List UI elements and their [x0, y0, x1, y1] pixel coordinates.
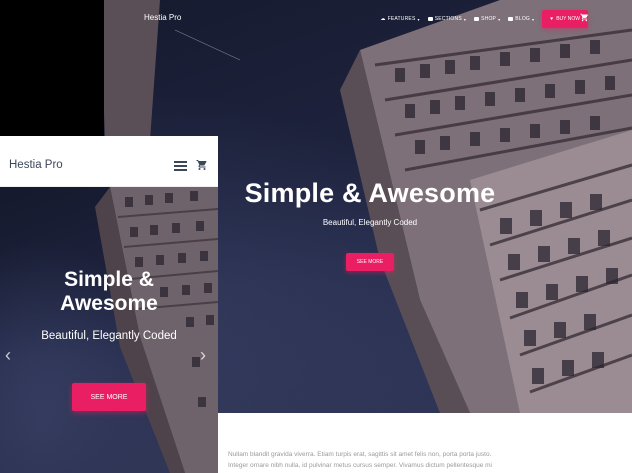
mobile-brand[interactable]: Hestia Pro — [9, 159, 63, 171]
mobile-title-line: Awesome — [60, 292, 158, 315]
menu-label: FEATURES — [387, 16, 416, 22]
mobile-navbar: Hestia Pro — [0, 146, 218, 187]
hero-subtitle: Beautiful, Elegantly Coded — [322, 218, 418, 227]
desktop-menu: ☁ FEATURES ▾ SECTIONS ▾ SHOP ▾ BLOG ▾ ♥ — [380, 8, 588, 30]
caret-down-icon: ▾ — [498, 16, 501, 22]
heart-icon: ♥ — [550, 16, 554, 22]
mobile-hero-title: Simple & Awesome — [0, 268, 218, 316]
mobile-view: Hestia Pro Simple & Awesome Beautiful, E… — [0, 146, 218, 473]
menu-label: BLOG — [515, 16, 530, 22]
menu-item-blog[interactable]: BLOG ▾ — [508, 16, 534, 22]
caret-down-icon: ▾ — [417, 16, 420, 22]
mobile-frame-top — [0, 0, 104, 136]
menu-item-sections[interactable]: SECTIONS ▾ — [427, 16, 467, 22]
mobile-see-more-button[interactable]: SEE MORE — [72, 383, 146, 411]
buy-now-label: BUY NOW — [556, 16, 580, 22]
desktop-brand[interactable]: Hestia Pro — [144, 13, 181, 22]
hero-title: Simple & Awesome — [244, 178, 496, 208]
cart-icon[interactable] — [580, 13, 589, 22]
carousel-next-icon[interactable]: › — [200, 345, 206, 366]
paragraph-line: Integer ornare nibh nulla, id pulvinar m… — [228, 462, 492, 469]
caret-down-icon: ▾ — [532, 16, 535, 22]
mobile-title-line: Simple & — [64, 268, 154, 291]
menu-item-features[interactable]: ☁ FEATURES ▾ — [380, 16, 419, 22]
mobile-hero-subtitle: Beautiful, Elegantly Coded — [41, 330, 177, 342]
menu-label: SECTIONS — [434, 16, 462, 22]
cart-icon[interactable] — [196, 159, 208, 171]
sections-icon — [427, 17, 433, 21]
mobile-frame-edge — [0, 136, 218, 146]
menu-item-shop[interactable]: SHOP ▾ — [474, 16, 500, 22]
intro-paragraph: Nullam blandit gravida viverra. Etiam tu… — [228, 449, 518, 471]
caret-down-icon: ▾ — [463, 16, 467, 22]
content-section: Nullam blandit gravida viverra. Etiam tu… — [218, 413, 632, 473]
mobile-hero: Simple & Awesome Beautiful, Elegantly Co… — [0, 187, 218, 473]
see-more-button[interactable]: SEE MORE — [346, 253, 394, 271]
paragraph-line: Nullam blandit gravida viverra. Etiam tu… — [228, 451, 492, 458]
menu-label: SHOP — [481, 16, 497, 22]
carousel-prev-icon[interactable]: ‹ — [5, 345, 11, 366]
shop-icon — [474, 17, 480, 21]
hamburger-icon[interactable] — [174, 161, 187, 171]
blog-icon — [508, 17, 514, 21]
cloud-icon: ☁ — [380, 16, 386, 22]
